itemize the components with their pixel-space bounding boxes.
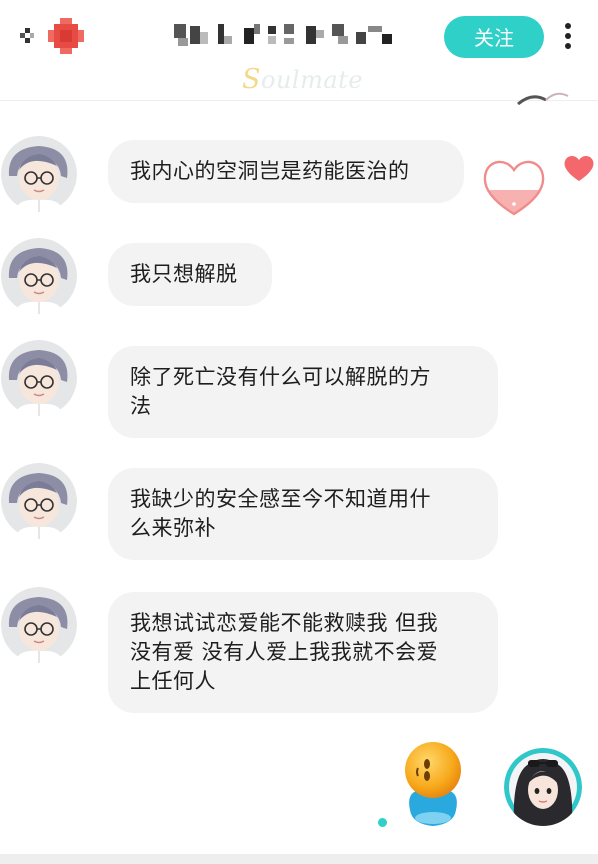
message-bubble[interactable]: 我想试试恋爱能不能救赎我 但我 没有爱 没有人爱上我我就不会爱 上任何人 <box>108 592 498 713</box>
my-avatar[interactable] <box>504 748 582 826</box>
partner-avatar[interactable] <box>1 238 77 314</box>
brand-rest: oulmate <box>261 66 363 94</box>
follow-button[interactable]: 关注 <box>444 16 544 58</box>
chat-title-blurred <box>174 24 392 46</box>
message-bubble[interactable]: 我只想解脱 <box>108 243 272 306</box>
message-bubble[interactable]: 我内心的空洞岂是药能医治的 <box>108 140 464 203</box>
partner-avatar[interactable] <box>1 587 77 663</box>
partial-decoration <box>517 92 569 106</box>
chat-header: 关注 Soulmate <box>0 0 598 106</box>
message-bubble[interactable]: 我缺少的安全感至今不知道用什 么来弥补 <box>108 468 498 560</box>
partner-avatar[interactable] <box>1 136 77 212</box>
emoji-mascot-sticker[interactable] <box>396 740 470 828</box>
chat-screen: 关注 Soulmate 我内心的空洞岂是药能医治的 我只想解脱 除了死亡没有什么… <box>0 0 598 864</box>
brand-first-letter: S <box>242 64 261 95</box>
partner-avatar[interactable] <box>1 463 77 539</box>
unread-badge[interactable] <box>48 18 84 54</box>
input-bar-edge <box>0 854 598 864</box>
message-status-dot <box>378 818 387 827</box>
partner-avatar[interactable] <box>1 340 77 416</box>
heart-meter-icon[interactable] <box>478 154 550 220</box>
soulmate-logo: Soulmate <box>242 62 363 98</box>
heart-icon[interactable] <box>563 153 595 183</box>
message-bubble[interactable]: 除了死亡没有什么可以解脱的方 法 <box>108 346 498 438</box>
back-arrow-icon[interactable] <box>10 22 40 52</box>
more-vertical-icon[interactable] <box>556 18 580 54</box>
